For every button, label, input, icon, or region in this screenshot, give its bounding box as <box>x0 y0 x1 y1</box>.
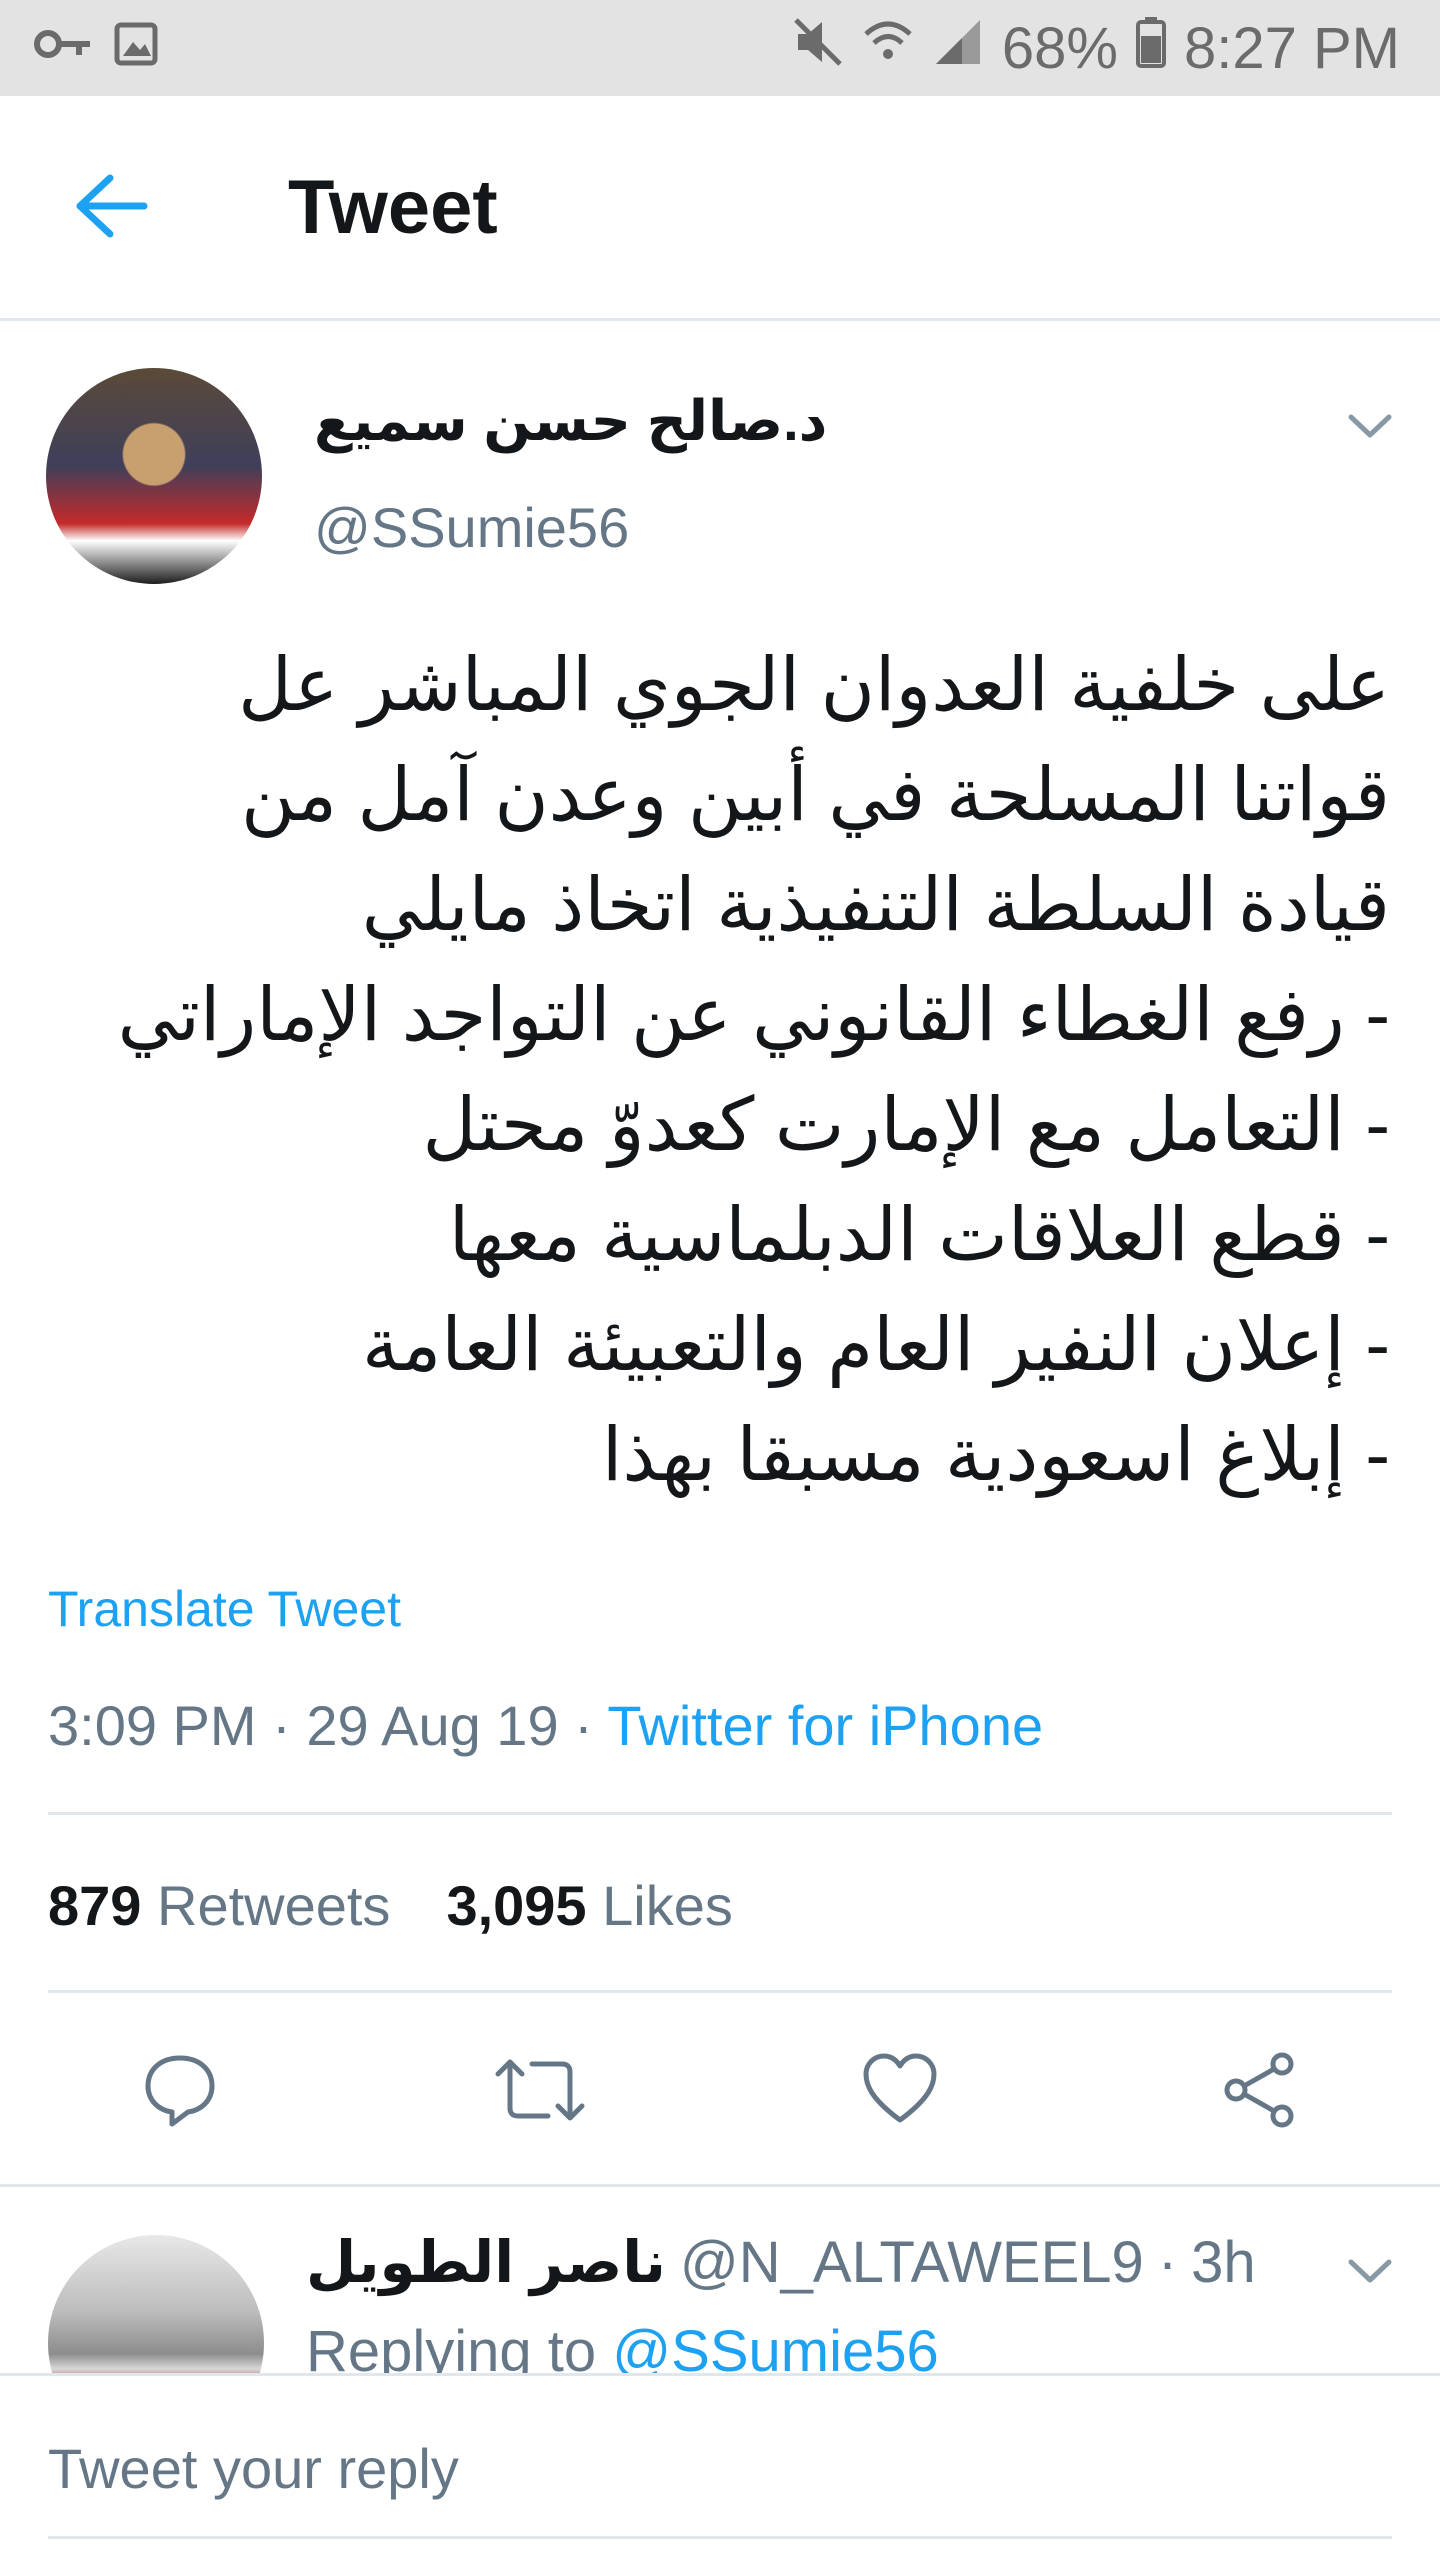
likes-stat[interactable]: 3,095 Likes <box>446 1873 732 1938</box>
divider <box>0 2184 1440 2187</box>
reply-author-handle[interactable]: @N_ALTAWEEL9 <box>680 2229 1144 2296</box>
tweet-actions <box>0 2040 1440 2140</box>
divider <box>48 1812 1392 1815</box>
signal-icon <box>932 15 984 82</box>
author-name[interactable]: د.صالح حسن سميع <box>314 388 827 454</box>
tweet-line: - رفع الغطاء القانوني عن التواجد الإمارا… <box>117 973 1390 1056</box>
reply-icon[interactable] <box>130 2040 230 2140</box>
tweet-date: 29 Aug 19 <box>306 1694 559 1757</box>
likes-count: 3,095 <box>446 1874 587 1937</box>
battery-icon <box>1136 15 1166 82</box>
replying-to: Replying to @SSumie56 <box>306 2318 939 2376</box>
author-handle[interactable]: @SSumie56 <box>314 495 629 560</box>
reply-age: 3h <box>1191 2230 1256 2295</box>
tweet-line: - إبلاغ اسعودية مسبقا بهذا <box>601 1413 1390 1496</box>
tweet-line: - إعلان النفير العام والتعبيئة العامة <box>361 1303 1390 1386</box>
tweet-meta: 3:09 PM · 29 Aug 19 · Twitter for iPhone <box>48 1693 1043 1758</box>
chevron-down-icon[interactable] <box>1345 405 1395 445</box>
tweet-time: 3:09 PM <box>48 1694 257 1757</box>
retweets-count: 879 <box>48 1874 142 1937</box>
tweet-text: على خلفية العدوان الجوي المباشر عل قواتن… <box>70 630 1390 1510</box>
app-header: Tweet <box>0 96 1440 321</box>
reply-composer: Tweet your reply <box>0 2373 1440 2563</box>
retweet-icon[interactable] <box>490 2040 590 2140</box>
key-icon <box>34 26 92 67</box>
mute-icon <box>792 15 844 82</box>
avatar[interactable] <box>46 368 262 584</box>
page-title: Tweet <box>288 165 498 250</box>
meta-separator: · <box>1157 2230 1178 2295</box>
share-icon[interactable] <box>1210 2040 1310 2140</box>
retweets-label: Retweets <box>157 1874 391 1937</box>
tweet-line: قواتنا المسلحة في أبين وعدن آمل من <box>241 753 1390 836</box>
meta-separator: · <box>272 1694 307 1757</box>
replying-prefix: Replying to <box>306 2319 597 2376</box>
tweet-source-link[interactable]: Twitter for iPhone <box>607 1694 1043 1757</box>
clock: 8:27 PM <box>1184 15 1400 81</box>
tweet-line: على خلفية العدوان الجوي المباشر عل <box>238 643 1390 726</box>
tweet-line: - التعامل مع الإمارت كعدوّ محتل <box>422 1083 1390 1166</box>
divider <box>48 1990 1392 1993</box>
meta-separator: · <box>574 1694 608 1757</box>
reply-author-name[interactable]: ناصر الطويل <box>306 2228 666 2296</box>
replying-mention-link[interactable]: @SSumie56 <box>612 2319 938 2376</box>
composer-underline <box>48 2536 1392 2539</box>
chevron-down-icon[interactable] <box>1345 2250 1395 2290</box>
translate-tweet-link[interactable]: Translate Tweet <box>48 1580 401 1638</box>
tweet-stats: 879 Retweets 3,095 Likes <box>48 1873 733 1938</box>
reply-header: ناصر الطويل @N_ALTAWEEL9 · 3h <box>306 2228 1256 2296</box>
like-icon[interactable] <box>850 2040 950 2140</box>
retweets-stat[interactable]: 879 Retweets <box>48 1873 390 1938</box>
tweet-line: قيادة السلطة التنفيذية اتخاذ مايلي <box>361 863 1390 946</box>
reply-input[interactable]: Tweet your reply <box>48 2436 459 2501</box>
wifi-icon <box>862 15 914 82</box>
battery-percent: 68% <box>1001 15 1118 81</box>
likes-label: Likes <box>602 1874 733 1937</box>
back-arrow-icon[interactable] <box>70 166 160 246</box>
tweet-line: - قطع العلاقات الدبلماسية معها <box>448 1193 1390 1276</box>
image-icon <box>114 22 158 71</box>
status-bar: 68% 8:27 PM <box>0 0 1440 96</box>
